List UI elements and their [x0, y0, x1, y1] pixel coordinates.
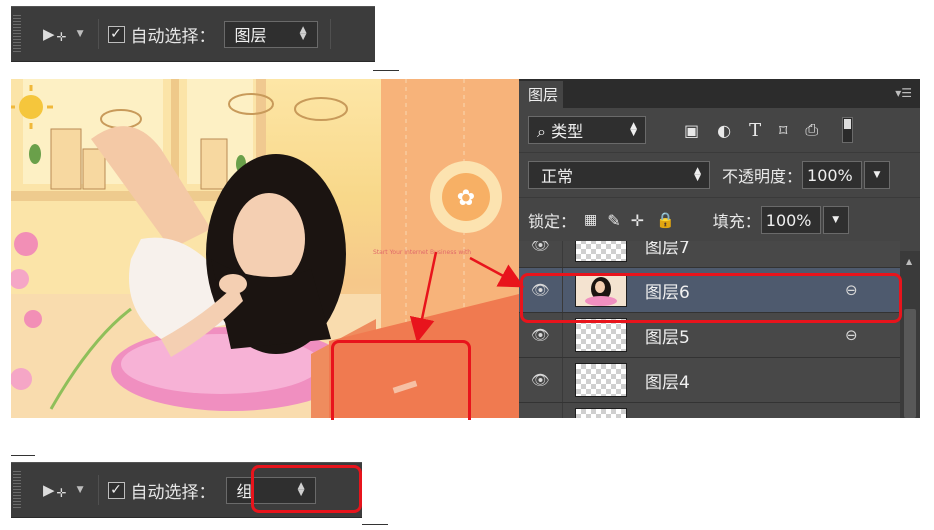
move-tool-preset[interactable]: ▶ ✛ ▼ [43, 481, 84, 500]
chevron-down-icon: ▼ [76, 485, 84, 495]
auto-select-checkbox[interactable]: ✓ [107, 481, 125, 499]
toolbar-separator [97, 475, 99, 505]
move-arrow-icon: ▶ [43, 481, 55, 499]
annotation-arrows [409, 251, 525, 343]
divider-mark [11, 455, 35, 456]
arrow-to-layer [469, 256, 525, 288]
toolbar-grip[interactable] [13, 471, 21, 509]
auto-select-label: 自动选择： [130, 482, 216, 503]
group-dropdown-highlight-box [251, 465, 362, 513]
arrow-to-laptop [409, 251, 438, 343]
divider-mark [362, 524, 388, 525]
move-cross-icon: ✛ [56, 485, 67, 500]
